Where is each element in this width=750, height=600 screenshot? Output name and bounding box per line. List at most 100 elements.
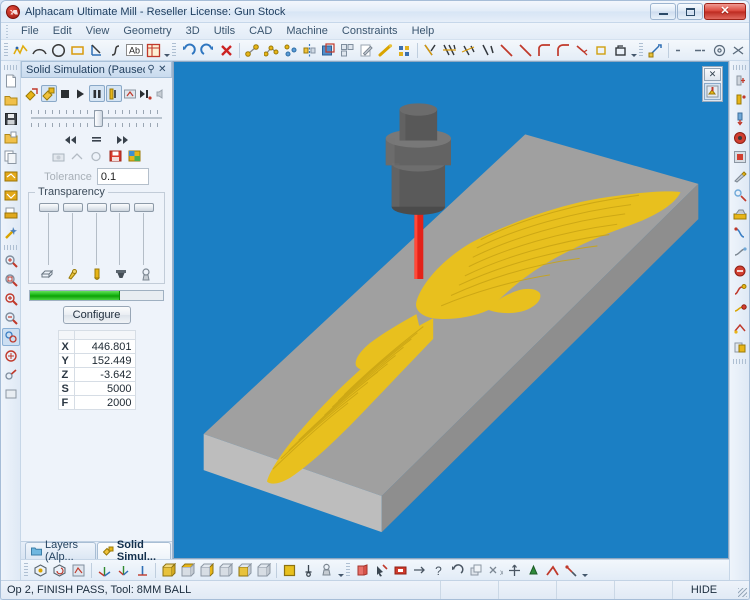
transparency-fixture-slider[interactable] [62,203,84,265]
geometry-toolbar-overflow[interactable] [163,41,171,60]
tab-layers[interactable]: Layers (Alp... [25,539,96,563]
single-step-icon[interactable] [105,85,122,102]
menu-geometry[interactable]: Geometry [116,24,178,38]
tangent-icon[interactable] [748,41,749,60]
post-process-icon[interactable] [731,262,749,280]
round-corner-icon[interactable] [573,41,592,60]
dynamic-view-icon[interactable] [69,561,88,580]
line-icon[interactable] [516,41,535,60]
menu-gripper[interactable] [5,24,10,38]
insert-op-icon[interactable] [524,561,543,580]
simulate-start-icon[interactable] [25,85,40,102]
print-page-icon[interactable] [2,205,20,223]
rotate-ccw-icon[interactable] [448,561,467,580]
menu-utils[interactable]: Utils [207,24,242,38]
zoom-all-icon[interactable] [2,252,20,270]
move-path-icon[interactable] [505,561,524,580]
slider-knob[interactable] [134,203,154,212]
array-icon[interactable] [338,41,357,60]
skip-end-icon[interactable] [138,85,153,102]
axis-iso-icon[interactable] [114,561,133,580]
transparency-tool-slider[interactable] [86,203,108,265]
toolbar-gripper-edit[interactable] [172,42,176,58]
machine-setup-icon[interactable] [731,319,749,337]
minimize-button[interactable] [650,3,676,20]
stock-define-icon[interactable] [353,561,372,580]
menu-3d[interactable]: 3D [179,24,207,38]
plane-origin-icon[interactable] [299,561,318,580]
constraint-icon[interactable] [646,41,665,60]
zoom-in-icon[interactable] [2,290,20,308]
slider-knob[interactable] [62,203,83,212]
close-icon[interactable]: ✕ [157,63,168,76]
right-toolbar-gripper[interactable] [733,65,746,70]
menu-constraints[interactable]: Constraints [335,24,405,38]
maximize-button[interactable] [677,3,703,20]
export-dxf-icon[interactable] [2,186,20,204]
fillet-icon[interactable] [554,41,573,60]
tool-add-icon[interactable] [731,72,749,90]
vertical-icon[interactable] [691,41,710,60]
menu-file[interactable]: File [14,24,46,38]
square-tool-icon[interactable] [611,41,630,60]
chamfer-line-icon[interactable] [497,41,516,60]
analyse-icon[interactable] [89,149,104,163]
zoom-window-icon[interactable] [2,271,20,289]
node-insert-icon[interactable] [281,41,300,60]
query-icon[interactable]: ? [429,561,448,580]
new-file-icon[interactable] [2,72,20,90]
flip-icon[interactable] [410,561,429,580]
toolbar-gripper-constraints[interactable] [639,42,643,58]
angle-line-icon[interactable] [87,41,106,60]
trim-icon[interactable] [421,41,440,60]
arc-icon[interactable] [30,41,49,60]
close-button[interactable]: ✕ [704,3,746,20]
drill-down-icon[interactable] [731,110,749,128]
iso-view-icon[interactable] [31,561,50,580]
rewind-icon[interactable] [64,134,78,146]
rectangle-icon[interactable] [68,41,87,60]
toolbar-gripper-geometry[interactable] [4,42,8,58]
extend-icon[interactable] [459,41,478,60]
transparency-stock-slider[interactable] [38,203,60,265]
menu-machine[interactable]: Machine [279,24,335,38]
simulate-icon[interactable] [731,224,749,242]
simulation-speed-slider[interactable] [31,108,162,128]
nest-frame-icon[interactable] [144,41,163,60]
menu-help[interactable]: Help [405,24,442,38]
copy-layer-icon[interactable] [467,561,486,580]
open-folder-icon[interactable] [2,91,20,109]
polyline-icon[interactable] [11,41,30,60]
mirror-icon[interactable] [300,41,319,60]
pin-icon[interactable]: ⚲ [145,63,156,76]
slider-knob[interactable] [39,203,59,212]
box-bottom-icon[interactable] [235,561,254,580]
stop-square-icon[interactable] [58,85,73,102]
pocket-icon[interactable] [731,129,749,147]
corner-icon[interactable] [535,41,554,60]
menu-view[interactable]: View [79,24,117,38]
left-toolbar-gripper-2[interactable] [4,245,17,250]
redraw-icon[interactable] [2,347,20,365]
import-dxf-icon[interactable] [2,167,20,185]
corner-path-icon[interactable] [543,561,562,580]
configure-button[interactable]: Configure [62,306,131,324]
delete-path-icon[interactable]: x [486,561,505,580]
tool-library-icon[interactable] [731,300,749,318]
text-ab-icon[interactable]: Ab [125,41,144,60]
finish-icon[interactable] [731,205,749,223]
axis-z-icon[interactable] [133,561,152,580]
box-side-icon[interactable] [197,561,216,580]
resize-grip[interactable] [735,581,749,599]
compare-icon[interactable] [70,149,85,163]
pan-icon[interactable] [1,328,20,346]
left-toolbar-gripper[interactable] [4,65,17,70]
shade-solid-icon[interactable] [280,561,299,580]
status-hide-button[interactable]: HIDE [673,581,735,599]
bottom-toolbar-gripper[interactable] [24,562,28,578]
fast-sim-icon[interactable] [123,85,138,102]
transparency-holder-slider[interactable] [109,203,131,265]
machining-toolbar-overflow[interactable] [581,561,589,580]
trim-multi-icon[interactable] [440,41,459,60]
material-view-icon[interactable] [318,561,337,580]
